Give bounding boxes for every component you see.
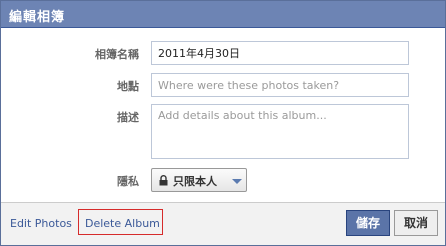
privacy-label: 隱私 bbox=[117, 175, 139, 188]
location-label: 地點 bbox=[117, 80, 139, 93]
edit-album-dialog: 編輯相簿 相簿名稱 地點 描述 隱私 只限本人 Edit Photos Dele… bbox=[0, 0, 446, 246]
save-button[interactable]: 儲存 bbox=[346, 210, 390, 236]
privacy-selected-label: 只限本人 bbox=[173, 175, 217, 188]
delete-album-link[interactable]: Delete Album bbox=[85, 217, 160, 230]
description-textarea[interactable] bbox=[151, 104, 409, 159]
cancel-button[interactable]: 取消 bbox=[394, 210, 438, 236]
dialog-title: 編輯相簿 bbox=[9, 10, 66, 25]
chevron-down-icon bbox=[232, 179, 242, 184]
description-label: 描述 bbox=[117, 111, 139, 124]
edit-photos-link[interactable]: Edit Photos bbox=[10, 217, 72, 230]
location-input[interactable] bbox=[151, 73, 409, 97]
album-name-label: 相簿名稱 bbox=[95, 48, 139, 61]
lock-icon bbox=[159, 175, 168, 186]
album-name-input[interactable] bbox=[151, 41, 409, 65]
privacy-selector-button[interactable]: 只限本人 bbox=[151, 168, 247, 192]
dialog-titlebar: 編輯相簿 bbox=[1, 1, 445, 28]
